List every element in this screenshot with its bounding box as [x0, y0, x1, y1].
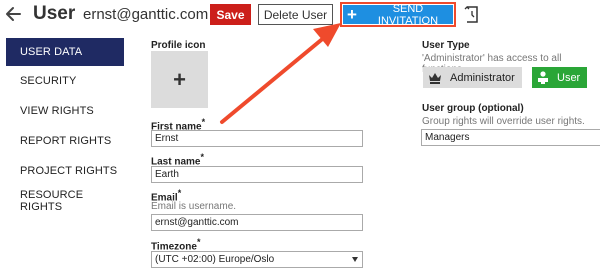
required-mark: *	[196, 237, 201, 247]
required-mark: *	[200, 152, 204, 162]
plus-icon: +	[173, 66, 186, 92]
user-group-label: User group (optional)	[422, 103, 524, 114]
user-icon	[538, 71, 548, 84]
timezone-select[interactable]: (UTC +02:00) Europe/Oslo	[151, 251, 363, 268]
user-role-label: User	[557, 71, 581, 84]
user-email-heading: ernst@ganttic.com	[83, 6, 209, 23]
user-group-select[interactable]: Managers	[421, 129, 600, 146]
plus-icon: +	[347, 5, 357, 24]
timezone-value: (UTC +02:00) Europe/Oslo	[155, 254, 275, 265]
save-button[interactable]: Save	[210, 4, 251, 25]
page-title: User	[33, 3, 76, 24]
administrator-role-button[interactable]: Administrator	[423, 67, 522, 88]
header: User ernst@ganttic.com Save Delete User …	[0, 0, 600, 30]
sidebar-item-user-data[interactable]: USER DATA	[6, 38, 124, 66]
required-mark: *	[201, 117, 206, 127]
delete-user-button[interactable]: Delete User	[258, 4, 333, 25]
history-icon[interactable]	[464, 6, 479, 23]
sidebar-item-resource-rights[interactable]: RESOURCE RIGHTS	[6, 186, 124, 216]
required-mark: *	[177, 188, 182, 198]
sidebar-item-security[interactable]: SECURITY	[6, 66, 124, 96]
last-name-field[interactable]: Earth	[151, 166, 363, 183]
first-name-field[interactable]: Ernst	[151, 130, 363, 147]
email-hint: Email is username.	[151, 201, 237, 212]
email-field[interactable]: ernst@ganttic.com	[151, 214, 363, 231]
administrator-role-label: Administrator	[450, 71, 515, 84]
user-group-hint: Group rights will override user rights.	[422, 116, 585, 127]
chevron-down-icon	[352, 257, 358, 262]
send-invitation-label: SEND INVITATION	[377, 2, 439, 27]
profile-icon-upload[interactable]: +	[151, 51, 208, 108]
user-type-label: User Type	[422, 40, 470, 51]
back-arrow-icon[interactable]	[4, 5, 22, 23]
user-role-button[interactable]: User	[532, 67, 587, 88]
profile-icon-label: Profile icon	[151, 40, 206, 51]
send-invitation-button[interactable]: + SEND INVITATION	[343, 2, 453, 27]
sidebar: USER DATA SECURITY VIEW RIGHTS REPORT RI…	[6, 38, 124, 216]
crown-icon	[429, 72, 441, 84]
sidebar-item-view-rights[interactable]: VIEW RIGHTS	[6, 96, 124, 126]
sidebar-item-project-rights[interactable]: PROJECT RIGHTS	[6, 156, 124, 186]
sidebar-item-report-rights[interactable]: REPORT RIGHTS	[6, 126, 124, 156]
